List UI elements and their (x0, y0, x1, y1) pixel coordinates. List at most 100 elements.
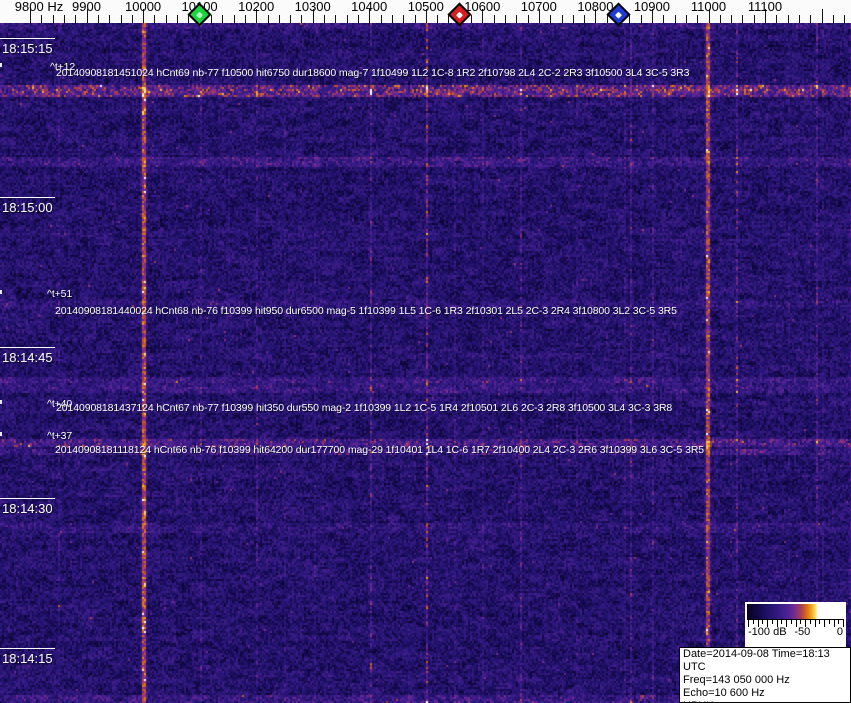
legend-tick (790, 620, 792, 624)
spectrogram-app-window: 9800 Hz990010000101001020010300104001050… (0, 0, 851, 703)
freq-minor-tick (210, 15, 212, 23)
left-edge-mark (0, 290, 2, 294)
freq-minor-tick (391, 15, 393, 23)
freq-label: 10500 (407, 0, 444, 14)
freq-minor-tick (52, 15, 54, 23)
freq-major-tick (821, 9, 823, 23)
time-tick-line (0, 498, 55, 499)
freq-label: 9800 Hz (14, 0, 64, 14)
frequency-axis: 9800 Hz990010000101001020010300104001050… (0, 0, 851, 27)
legend-labels: -100 dB -50 0 (747, 626, 844, 641)
freq-minor-tick (742, 15, 744, 23)
freq-minor-tick (120, 15, 122, 23)
legend-tick (838, 620, 840, 624)
freq-minor-tick (346, 15, 348, 23)
freq-minor-tick (380, 15, 382, 23)
freq-minor-tick (267, 15, 269, 23)
freq-minor-tick (561, 15, 563, 23)
time-label: 18:15:15 (2, 41, 53, 56)
freq-minor-tick (753, 15, 755, 23)
freq-minor-tick (471, 15, 472, 23)
freq-minor-tick (504, 15, 506, 23)
legend-tick (828, 620, 830, 624)
detection-log-line: 20140908181440024 hCnt68 nb-76 f10399 hi… (55, 305, 677, 317)
legend-tick (833, 620, 835, 627)
left-edge-mark (0, 400, 2, 404)
freq-minor-tick (572, 15, 574, 23)
freq-minor-tick (41, 15, 43, 23)
time-tick-line (0, 648, 55, 649)
freq-minor-tick (357, 15, 359, 23)
freq-label: 10000 (125, 0, 162, 14)
freq-minor-tick (810, 15, 812, 23)
legend-max-label: 0 (836, 626, 843, 638)
color-gradient-bar (747, 604, 844, 620)
freq-minor-tick (731, 15, 733, 23)
freq-minor-tick (550, 15, 552, 23)
freq-label: 11100 (747, 0, 783, 14)
info-echo: Echo=10 600 Hz (683, 687, 765, 699)
time-label: 18:14:45 (2, 350, 53, 365)
legend-tick (824, 620, 825, 627)
freq-minor-tick (222, 15, 224, 23)
freq-label: 10200 (238, 0, 275, 14)
legend-tick (752, 620, 754, 624)
freq-label: 10700 (520, 0, 557, 14)
freq-label: 10300 (294, 0, 331, 14)
freq-minor-tick (177, 15, 178, 23)
freq-minor-tick (324, 15, 325, 23)
legend-mid-label: -50 (794, 626, 811, 638)
green-diamond-marker-center (196, 10, 204, 19)
info-box: Date=2014-09-08 Time=18:13 UTC Freq=143 … (679, 647, 851, 703)
freq-minor-tick (244, 15, 246, 23)
freq-minor-tick (233, 15, 235, 23)
legend-tick (762, 620, 764, 624)
freq-minor-tick (629, 15, 631, 23)
legend-tick (800, 620, 802, 624)
freq-minor-tick (674, 15, 676, 23)
freq-minor-tick (403, 15, 405, 23)
freq-minor-tick (663, 15, 665, 23)
time-tick-line (0, 197, 55, 198)
freq-minor-tick (278, 15, 280, 23)
freq-minor-tick (787, 15, 789, 23)
detection-log-line: 20140908181437124 hCnt67 nb-77 f10399 hi… (56, 402, 673, 414)
time-label: 18:15:00 (2, 200, 53, 215)
time-label: 18:14:30 (2, 501, 53, 516)
legend-tick (814, 620, 816, 627)
legend-tick (781, 620, 783, 624)
freq-minor-tick (719, 15, 721, 23)
time-label: 18:14:15 (2, 651, 53, 666)
freq-minor-tick (290, 15, 292, 23)
echo-time-marker: ^t+51 (47, 288, 73, 300)
freq-minor-tick (844, 15, 846, 23)
freq-minor-tick (109, 15, 111, 23)
freq-minor-tick (776, 15, 778, 23)
blue-diamond-marker-center (614, 10, 622, 19)
left-edge-mark (0, 63, 2, 67)
freq-minor-tick (437, 15, 439, 23)
info-date-time: Date=2014-09-08 Time=18:13 UTC (683, 648, 830, 673)
freq-minor-tick (640, 15, 642, 23)
left-edge-mark (0, 432, 2, 436)
freq-minor-tick (798, 15, 800, 23)
freq-minor-tick (63, 15, 65, 23)
freq-label: 10900 (633, 0, 670, 14)
spectrogram-canvas[interactable] (0, 23, 851, 703)
time-tick-line (0, 347, 55, 348)
freq-minor-tick (493, 15, 495, 23)
freq-minor-tick (527, 15, 529, 23)
info-frequency: Freq=143 050 000 Hz (683, 674, 790, 686)
freq-minor-tick (131, 15, 133, 23)
freq-minor-tick (154, 15, 156, 23)
freq-minor-tick (414, 15, 416, 23)
freq-minor-tick (516, 15, 518, 23)
freq-minor-tick (97, 15, 99, 23)
freq-label: 9900 (72, 0, 101, 14)
echo-time-marker: ^t+37 (47, 430, 73, 442)
detection-log-line: 20140908181451024 hCnt69 nb-77 f10500 hi… (56, 67, 690, 79)
freq-minor-tick (584, 15, 586, 23)
freq-minor-tick (301, 15, 303, 23)
red-diamond-marker-center (456, 10, 464, 19)
freq-label: 10400 (351, 0, 388, 14)
